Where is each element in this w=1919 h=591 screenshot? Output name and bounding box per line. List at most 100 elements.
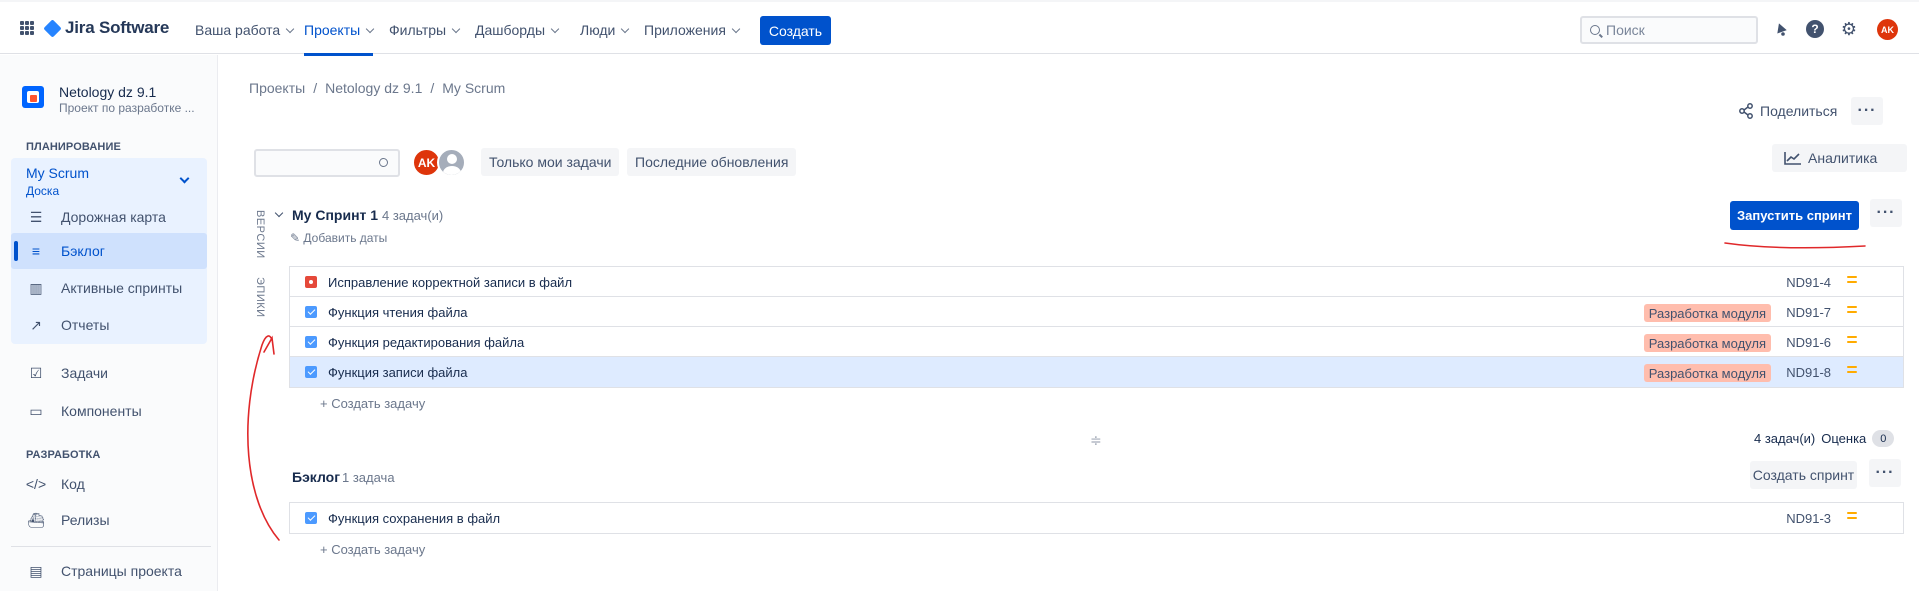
chevron-down-icon [451,24,461,33]
resize-handle-icon[interactable]: ≑ [1090,432,1102,449]
create-sprint-button[interactable]: Создать спринт [1750,461,1857,489]
issue-key[interactable]: ND91-3 [1786,511,1831,526]
issue-key[interactable]: ND91-4 [1786,275,1831,290]
project-name[interactable]: Netology dz 9.1 [59,84,156,100]
apps-grid-icon[interactable] [20,21,34,35]
share-icon [1739,103,1753,119]
issue-row[interactable]: Функция сохранения в файл ND91-3 [290,503,1903,533]
nav-dashboards[interactable]: Дашборды [475,18,560,42]
user-avatar[interactable]: AK [1877,19,1898,40]
roadmap-icon: ☰ [29,208,43,225]
collapse-sprint-icon[interactable] [274,208,284,218]
recent-updates-filter[interactable]: Последние обновления [627,148,797,176]
share-label: Поделиться [1760,103,1838,119]
issues-icon: ☑ [29,364,43,381]
sidebar-item-label: Бэклог [61,243,105,259]
backlog-title: Бэклог [292,469,341,485]
search-icon [1590,25,1600,35]
task-icon [305,366,317,378]
arrowhead-annotation [263,335,275,355]
sidebar-item-label: Релизы [61,512,110,528]
help-icon[interactable]: ? [1806,20,1824,38]
issue-row-selected[interactable]: Функция записи файла Разработка модуля N… [290,357,1903,387]
nav-filters[interactable]: Фильтры [389,18,461,42]
bell-icon[interactable] [1772,20,1790,38]
nav-people[interactable]: Люди [580,18,630,42]
start-sprint-button[interactable]: Запустить спринт [1730,201,1859,230]
pencil-icon: ✎ [290,231,301,245]
releases-icon: ⛴ [27,511,45,528]
breadcrumb-project[interactable]: Netology dz 9.1 [325,80,422,96]
sidebar-item-label: Отчеты [61,317,110,333]
nav-your-work[interactable]: Ваша работа [195,18,295,42]
sidebar-item-reports[interactable]: ↗ Отчеты [11,307,207,343]
nav-apps[interactable]: Приложения [644,18,741,42]
sidebar-item-components[interactable]: ▭ Компоненты [11,393,207,429]
issue-summary: Функция чтения файла [328,305,468,320]
epic-lozenge[interactable]: Разработка модуля [1643,364,1771,382]
more-icon: ··· [1857,102,1877,119]
jira-logo[interactable]: Jira Software [43,18,170,38]
sidebar-item-releases[interactable]: ⛴ Релизы [11,502,207,538]
epic-lozenge[interactable]: Разработка модуля [1643,304,1771,322]
sprint-title: My Спринт 1 [292,207,379,223]
sidebar-item-label: Страницы проекта [61,563,182,579]
breadcrumb: Проекты / Netology dz 9.1 / My Scrum [249,80,505,96]
sprint-more-button[interactable]: ··· [1870,199,1902,227]
search-placeholder: Поиск [1606,22,1645,38]
tab-epics[interactable]: ЭПИКИ [254,277,266,318]
search-input[interactable]: Поиск [1580,16,1758,44]
create-issue-backlog[interactable]: + Создать задачу [320,542,425,557]
sidebar-item-backlog[interactable]: ≡ Бэклог [11,233,207,269]
avatar-filter-unassigned[interactable] [437,148,466,177]
sidebar-item-issues[interactable]: ☑ Задачи [11,355,207,391]
board-type: Доска [26,184,60,198]
issue-key[interactable]: ND91-8 [1786,365,1831,380]
sidebar-item-code[interactable]: </> Код [11,466,207,502]
epic-lozenge[interactable]: Разработка модуля [1643,334,1771,352]
breadcrumb-board[interactable]: My Scrum [442,80,505,96]
issue-summary: Функция записи файла [328,365,468,380]
breadcrumb-projects[interactable]: Проекты [249,80,305,96]
board-name: My Scrum [26,165,89,181]
more-actions-button[interactable]: ··· [1851,97,1883,125]
analytics-button[interactable]: Аналитика [1772,144,1907,172]
add-dates-link[interactable]: ✎ Добавить даты [290,231,387,245]
sidebar-item-label: Активные спринты [61,280,183,296]
backlog-search-input[interactable] [254,149,400,177]
priority-medium-icon [1847,276,1857,284]
logo-text: Jira Software [65,18,170,37]
issue-key[interactable]: ND91-6 [1786,335,1831,350]
tab-versions[interactable]: ВЕРСИИ [254,210,266,259]
sidebar-item-project-pages[interactable]: ▤ Страницы проекта [11,553,207,589]
project-sidebar: Netology dz 9.1 Проект по разработке ...… [0,55,218,591]
settings-icon[interactable]: ⚙ [1840,20,1858,38]
estimate-badge: 0 [1872,430,1895,447]
sidebar-item-roadmap[interactable]: ☰ Дорожная карта [11,199,207,235]
backlog-more-button[interactable]: ··· [1869,459,1901,487]
sidebar-item-active-sprints[interactable]: ▥ Активные спринты [11,270,207,306]
issue-row[interactable]: Функция редактирования файла Разработка … [290,327,1903,357]
backlog-issue-list: Функция сохранения в файл ND91-3 [289,502,1904,534]
issue-row[interactable]: Исправление корректной записи в файл ND9… [290,267,1903,297]
nav-projects[interactable]: Проекты [304,18,375,56]
issue-row[interactable]: Функция чтения файла Разработка модуля N… [290,297,1903,327]
underline-annotation [1724,242,1866,249]
components-icon: ▭ [29,402,43,419]
nav-label: Ваша работа [195,22,281,38]
add-dates-label: Добавить даты [303,231,388,245]
issue-key[interactable]: ND91-7 [1786,305,1831,320]
breadcrumb-separator: / [430,80,435,96]
nav-label: Фильтры [389,22,447,38]
nav-label: Дашборды [475,22,545,38]
share-button[interactable]: Поделиться [1738,103,1837,119]
create-issue-sprint[interactable]: + Создать задачу [320,396,425,411]
breadcrumb-separator: / [313,80,318,96]
arrow-annotation [247,335,280,541]
sprint-footer: 4 задач(и) Оценка 0 [1754,430,1895,447]
priority-medium-icon [1847,306,1857,314]
create-button[interactable]: Создать [760,16,831,45]
more-icon: ··· [1875,464,1895,481]
more-icon: ··· [1876,204,1896,221]
only-my-issues-filter[interactable]: Только мои задачи [481,148,620,176]
